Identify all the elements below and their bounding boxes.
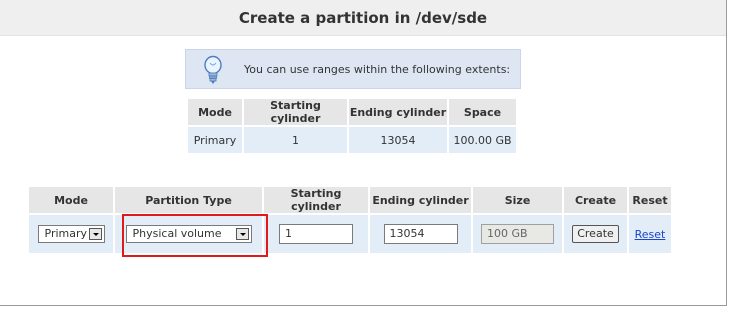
form-header-create: Create <box>564 187 627 213</box>
title-bar: Create a partition in /dev/sde <box>0 0 726 36</box>
form-header-ending-cylinder: Ending cylinder <box>370 187 471 213</box>
info-box: You can use ranges within the following … <box>185 49 521 89</box>
form-header-size: Size <box>473 187 562 213</box>
chevron-down-icon[interactable] <box>88 228 102 240</box>
mode-select-value: Primary <box>44 227 88 240</box>
form-header-partition-type: Partition Type <box>115 187 262 213</box>
table-row: Primary 1 13054 100.00 GB <box>188 127 516 153</box>
mode-select[interactable]: Primary <box>37 225 105 243</box>
extents-header-starting-cylinder: Starting cylinder <box>244 99 347 125</box>
size-cell: 100 GB <box>473 215 562 253</box>
reset-cell: Reset <box>629 215 671 253</box>
form-header-reset: Reset <box>629 187 671 213</box>
form-header-starting-cylinder: Starting cylinder <box>264 187 368 213</box>
extents-cell-space: 100.00 GB <box>449 127 516 153</box>
starting-cylinder-cell: 1 <box>264 215 368 253</box>
create-button[interactable]: Create <box>572 225 619 243</box>
form-header-mode: Mode <box>29 187 113 213</box>
mode-cell: Primary <box>29 215 113 253</box>
page-frame: Create a partition in /dev/sde You can u… <box>0 0 727 306</box>
highlight-box <box>122 214 268 257</box>
form-header-row: Mode Partition Type Starting cylinder En… <box>29 187 671 213</box>
reset-link[interactable]: Reset <box>635 228 666 241</box>
create-cell: Create <box>564 215 627 253</box>
extents-header-ending-cylinder: Ending cylinder <box>349 99 447 125</box>
size-input: 100 GB <box>481 224 554 244</box>
page-title: Create a partition in /dev/sde <box>238 9 488 27</box>
ending-cylinder-input[interactable]: 13054 <box>383 224 458 244</box>
starting-cylinder-input[interactable]: 1 <box>279 224 353 244</box>
extents-cell-mode: Primary <box>188 127 242 153</box>
lightbulb-icon <box>204 55 222 84</box>
extents-cell-starting-cylinder: 1 <box>244 127 347 153</box>
extents-header-row: Mode Starting cylinder Ending cylinder S… <box>188 99 516 125</box>
extents-header-space: Space <box>449 99 516 125</box>
extents-header-mode: Mode <box>188 99 242 125</box>
extents-cell-ending-cylinder: 13054 <box>349 127 447 153</box>
ending-cylinder-cell: 13054 <box>370 215 471 253</box>
info-message: You can use ranges within the following … <box>244 63 511 76</box>
extents-table: Mode Starting cylinder Ending cylinder S… <box>186 97 518 155</box>
